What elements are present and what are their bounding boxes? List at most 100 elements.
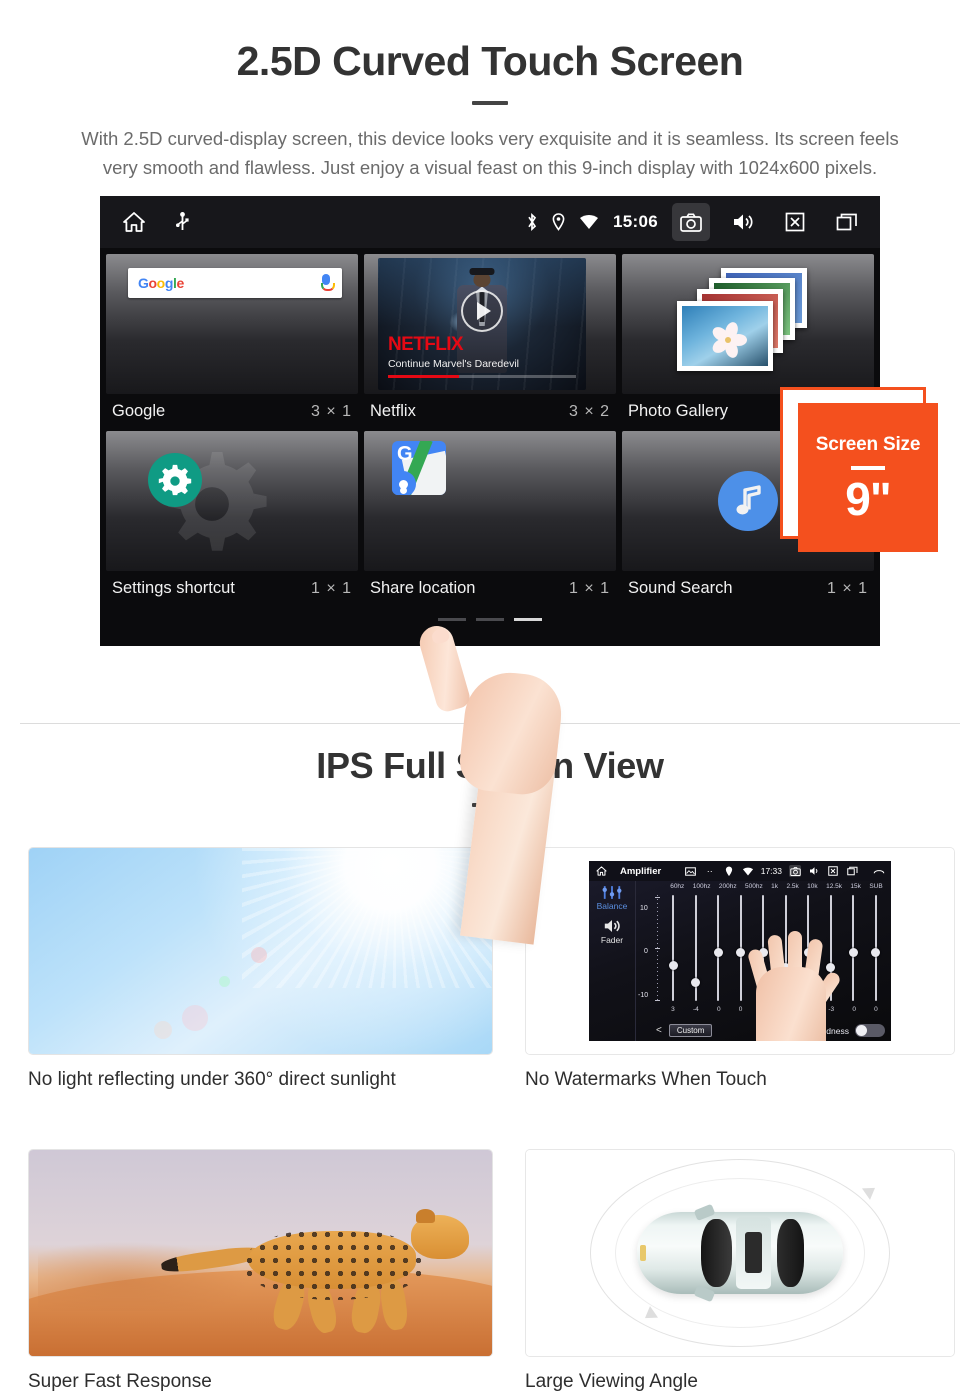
netflix-caption: Continue Marvel's Daredevil — [388, 358, 519, 371]
microphone-icon[interactable] — [320, 274, 335, 292]
camera-icon[interactable] — [672, 203, 710, 242]
netflix-preview: NETFLIX Continue Marvel's Daredevil — [378, 258, 586, 391]
home-icon[interactable] — [122, 211, 146, 233]
title-underline — [472, 101, 508, 106]
widget-row-1: Google Google 3 × 1 NETFLIX Continue Mar… — [106, 254, 874, 431]
google-maps-icon: G — [392, 441, 446, 496]
location-icon — [723, 865, 735, 877]
widget-netflix[interactable]: NETFLIX Continue Marvel's Daredevil Netf… — [364, 254, 616, 431]
amplifier-body: Balance Fader 60hz 100hz 200hz 500hz 1k … — [589, 881, 891, 1041]
prev-preset-icon[interactable]: < — [656, 1025, 662, 1036]
preset-button[interactable]: Custom — [668, 1024, 713, 1037]
fader-icon[interactable] — [602, 918, 622, 934]
cheetah-figure — [160, 1208, 470, 1336]
music-note-icon — [718, 471, 778, 532]
widget-size: 1 × 1 — [310, 580, 352, 598]
more-icon[interactable]: ·· — [704, 865, 716, 877]
badge-body: Screen Size 9" — [798, 403, 938, 553]
recent-apps-icon[interactable] — [828, 203, 866, 241]
widget-size: 1 × 1 — [826, 580, 868, 598]
camera-icon[interactable] — [789, 865, 801, 877]
android-device-screen: 15:06 Google Google 3 × 1 NETFLIX Contin… — [100, 196, 880, 647]
usb-icon — [176, 212, 189, 232]
eq-value: -4 — [692, 1006, 699, 1013]
scale-mid: 0 — [644, 948, 648, 955]
progress-bar — [388, 375, 576, 379]
close-box-icon[interactable] — [827, 865, 839, 877]
sunlight-sky-image — [28, 847, 493, 1055]
product-feature-page: 2.5D Curved Touch Screen With 2.5D curve… — [0, 0, 980, 1394]
scale-top: 10 — [640, 905, 648, 912]
eq-slider[interactable] — [713, 895, 723, 1001]
widget-preview: G — [364, 431, 616, 572]
amplifier-time: 17:33 — [760, 866, 782, 876]
section-title: IPS Full Screen View — [316, 745, 664, 786]
widget-name: Share location — [370, 579, 476, 598]
freq-label: 2.5k — [786, 883, 799, 890]
loudness-toggle[interactable] — [855, 1024, 885, 1037]
eq-value: 0 — [738, 1006, 743, 1013]
car-top-view-image — [525, 1149, 955, 1357]
eq-slider[interactable] — [736, 895, 746, 1001]
card-label: Large Viewing Angle — [525, 1371, 698, 1392]
eq-slider[interactable] — [668, 895, 678, 1001]
eq-slider[interactable] — [848, 895, 858, 1001]
widget-share-location[interactable]: G Share location 1 × 1 — [364, 431, 616, 608]
page-title: 2.5D Curved Touch Screen — [236, 38, 744, 84]
eq-value: 0 — [874, 1006, 878, 1013]
scale-bottom: -10 — [638, 992, 649, 999]
curved-screen-section: 2.5D Curved Touch Screen With 2.5D curve… — [0, 0, 980, 946]
freq-label: 500hz — [745, 883, 763, 890]
widget-google[interactable]: Google Google 3 × 1 — [106, 254, 358, 431]
card-label: No light reflecting under 360° direct su… — [28, 1069, 396, 1090]
wifi-icon — [742, 865, 754, 877]
photo-stack — [673, 268, 823, 380]
eq-slider[interactable] — [691, 895, 701, 1001]
page-dot[interactable] — [476, 618, 504, 622]
device-screen-wrapper: 15:06 Google Google 3 × 1 NETFLIX Contin… — [0, 196, 980, 946]
balance-label[interactable]: Balance — [597, 901, 628, 911]
widget-name: Sound Search — [628, 579, 733, 598]
google-search-bar[interactable]: Google — [128, 268, 342, 299]
close-box-icon[interactable] — [776, 203, 814, 241]
rotation-arrow — [861, 1182, 880, 1200]
page-indicator[interactable] — [106, 608, 874, 622]
widget-size: 1 × 1 — [568, 580, 610, 598]
widget-size: 3 × 1 — [310, 403, 352, 421]
running-cheetah-image — [28, 1149, 493, 1357]
card-no-watermarks: Amplifier ·· 17:33 Balance Fader 60hz 10… — [525, 847, 955, 1091]
back-icon[interactable] — [873, 865, 885, 877]
recent-apps-icon[interactable] — [846, 865, 858, 877]
balance-icon[interactable] — [602, 885, 622, 900]
feature-cards-grid: No light reflecting under 360° direct su… — [0, 847, 980, 1393]
android-status-bar: 15:06 — [100, 196, 880, 249]
widget-row-2: Settings shortcut 1 × 1 G Share location… — [106, 431, 874, 608]
badge-value: 9" — [845, 472, 891, 525]
title-underline — [472, 803, 508, 807]
wifi-icon — [579, 214, 599, 230]
page-dot[interactable] — [438, 618, 466, 622]
location-icon — [552, 213, 565, 232]
volume-icon[interactable] — [808, 865, 820, 877]
widget-name: Photo Gallery — [628, 402, 728, 421]
widget-preview — [622, 254, 874, 395]
freq-label: 10k — [807, 883, 818, 890]
widget-preview: Google — [106, 254, 358, 395]
card-viewing-angle: Large Viewing Angle — [525, 1149, 955, 1393]
freq-label: 200hz — [718, 883, 737, 890]
widget-name: Google — [112, 402, 166, 421]
gallery-icon[interactable] — [685, 865, 697, 877]
page-dot-active[interactable] — [514, 618, 542, 622]
eq-value: 3 — [671, 1006, 675, 1013]
widget-settings-shortcut[interactable]: Settings shortcut 1 × 1 — [106, 431, 358, 608]
netflix-brand: NETFLIX — [388, 334, 464, 356]
screen-size-badge: Screen Size 9" — [780, 387, 938, 553]
widget-name: Netflix — [370, 402, 416, 421]
fader-label[interactable]: Fader — [601, 935, 623, 945]
play-button-icon[interactable] — [461, 290, 503, 333]
section-description: With 2.5D curved-display screen, this de… — [81, 128, 899, 178]
volume-icon[interactable] — [724, 203, 762, 241]
eq-slider[interactable] — [871, 895, 881, 1001]
home-icon[interactable] — [595, 865, 607, 877]
bluetooth-icon — [526, 213, 538, 232]
